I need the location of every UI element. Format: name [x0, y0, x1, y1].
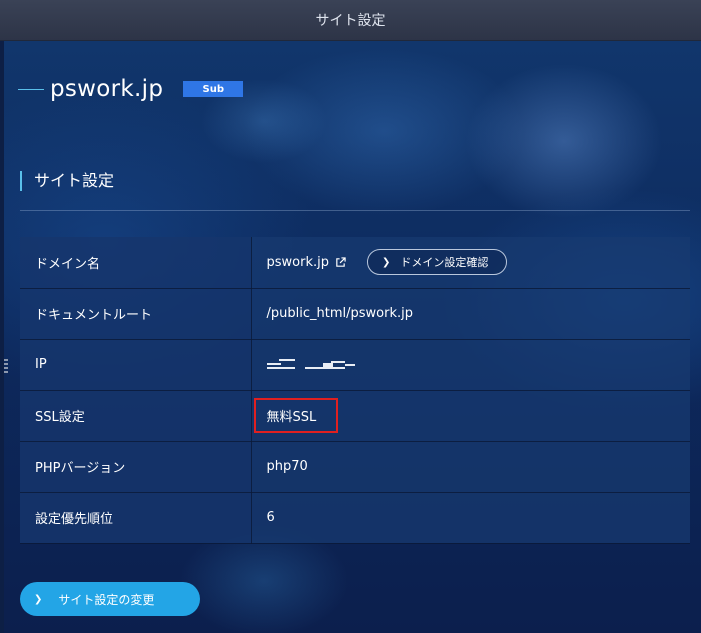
row-value-priority: 6: [251, 492, 690, 544]
sub-domain-badge: Sub: [183, 81, 244, 97]
section-title: サイト設定: [20, 171, 114, 191]
row-label-ssl: SSL設定: [20, 390, 252, 442]
table-row: 設定優先順位 6: [20, 492, 690, 544]
chevron-right-icon: ❯: [34, 593, 43, 605]
domain-settings-check-button[interactable]: ❯ ドメイン設定確認: [366, 249, 508, 276]
row-label-priority: 設定優先順位: [20, 492, 252, 544]
row-label-php-version: PHPバージョン: [20, 441, 252, 493]
table-row: ドキュメントルート /public_html/pswork.jp: [20, 288, 690, 340]
chevron-right-icon: ❯: [381, 256, 391, 268]
window-titlebar: サイト設定: [0, 0, 701, 41]
table-row: ドメイン名 pswork.jp ❯ ドメイン設定確認: [20, 237, 690, 289]
domain-settings-check-label: ドメイン設定確認: [400, 256, 489, 270]
change-site-settings-button[interactable]: ❯ サイト設定の変更: [20, 582, 200, 616]
settings-table: ドメイン名 pswork.jp ❯ ドメイン設定確認 ドキュメントルート /pu…: [20, 237, 690, 544]
row-label-domain: ドメイン名: [20, 237, 252, 289]
resize-handle[interactable]: [4, 359, 8, 373]
ip-redacted-value: [266, 358, 367, 371]
change-site-settings-label: サイト設定の変更: [58, 592, 155, 607]
row-value-domain: pswork.jp ❯ ドメイン設定確認: [251, 237, 690, 289]
row-label-document-root: ドキュメントルート: [20, 288, 252, 340]
site-header: pswork.jp Sub: [18, 76, 244, 102]
row-value-php-version: php70: [251, 441, 690, 493]
table-row: IP: [20, 339, 690, 391]
row-label-ip: IP: [20, 339, 252, 391]
title-accent-line: [18, 88, 44, 90]
window-title: サイト設定: [315, 13, 386, 29]
site-domain-title: pswork.jp: [50, 76, 164, 102]
row-value-ip: [251, 339, 690, 391]
row-value-ssl: 無料SSL: [251, 390, 690, 442]
external-link-icon[interactable]: [335, 257, 346, 268]
row-value-document-root: /public_html/pswork.jp: [251, 288, 690, 340]
domain-value-link[interactable]: pswork.jp: [267, 255, 329, 270]
table-row: SSL設定 無料SSL: [20, 390, 690, 442]
ssl-value-highlight: 無料SSL: [253, 398, 339, 433]
table-row: PHPバージョン php70: [20, 441, 690, 493]
section-divider: [20, 210, 690, 211]
